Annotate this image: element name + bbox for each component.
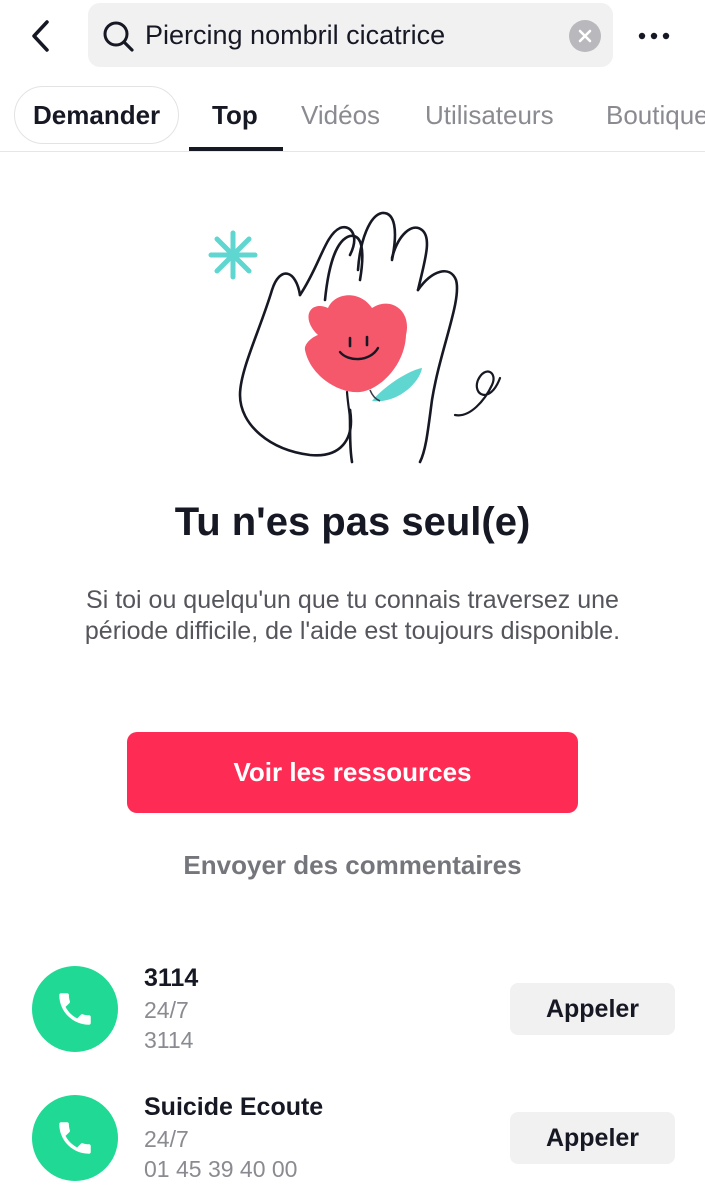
helpline-hours: 24/7 [144,997,189,1023]
phone-icon [59,1122,91,1154]
helpline-item: Suicide Ecoute 24/7 01 45 39 40 00 Appel… [0,1093,705,1200]
phone-avatar [32,966,118,1052]
active-tab-indicator [189,147,283,151]
search-header: Piercing nombril cicatrice [0,0,705,72]
view-resources-button[interactable]: Voir les ressources [127,732,578,813]
helpline-number: 01 45 39 40 00 [144,1156,298,1182]
helpline-name: 3114 [144,964,199,992]
support-message: Si toi ou quelqu'un que tu connais trave… [84,586,621,645]
call-button[interactable]: Appeler [510,983,675,1035]
call-button[interactable]: Appeler [510,1112,675,1164]
tab-top[interactable]: Top [212,82,258,150]
send-feedback-link[interactable]: Envoyer des commentaires [0,850,705,881]
chevron-left-icon [32,20,49,52]
hands-holding-heart-illustration [208,211,502,464]
search-results-page: Piercing nombril cicatrice Demander Top … [0,0,705,1200]
search-tabs: Demander Top Vidéos Utilisateurs Boutiqu… [0,82,705,152]
helpline-hours: 24/7 [144,1126,189,1152]
support-headline: Tu n'es pas seul(e) [174,500,531,544]
search-query-text[interactable]: Piercing nombril cicatrice [145,3,445,67]
helpline-name: Suicide Ecoute [144,1093,324,1121]
helpline-item: 3114 24/7 3114 Appeler [0,964,705,1076]
back-button[interactable] [20,14,60,58]
more-options-button[interactable] [634,16,674,56]
helpline-number: 3114 [144,1027,194,1053]
close-icon [578,29,592,43]
phone-avatar [32,1095,118,1181]
clear-search-button[interactable] [569,20,601,52]
more-dots-icon [638,32,670,40]
tab-boutique[interactable]: Boutique [606,82,705,150]
search-icon [103,21,134,52]
tab-utilisateurs[interactable]: Utilisateurs [425,82,554,150]
sparkle-icon [208,230,258,280]
tab-videos[interactable]: Vidéos [301,82,380,150]
tab-demander[interactable]: Demander [14,86,180,144]
phone-icon [59,993,91,1025]
search-field[interactable]: Piercing nombril cicatrice [88,3,613,67]
